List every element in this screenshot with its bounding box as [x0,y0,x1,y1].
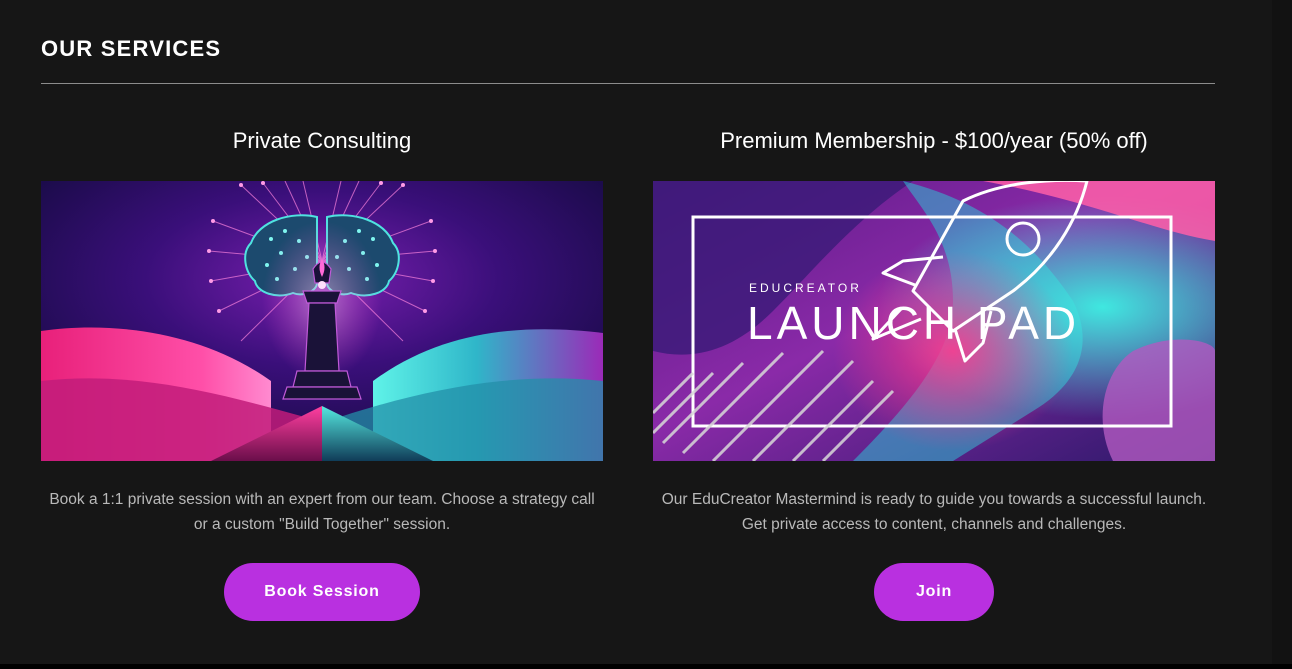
launch-pad-banner-image: EDUCREATOR LAUNCH PAD [653,181,1215,461]
service-title: Premium Membership - $100/year (50% off) [720,128,1148,153]
book-session-button[interactable]: Book Session [224,563,420,621]
page-right-edge [1272,0,1292,664]
section-divider [41,83,1215,84]
service-title: Private Consulting [232,128,412,153]
service-description: Our EduCreator Mastermind is ready to gu… [661,491,1207,533]
brain-chess-king-image [41,181,603,461]
bottom-edge [0,664,1292,669]
join-button[interactable]: Join [874,563,994,621]
service-card-private-consulting: Private Consulting Book a 1:1 private se… [41,100,603,621]
service-description: Book a 1:1 private session with an exper… [49,491,595,533]
services-page: OUR SERVICES Private Consulting Book a 1… [0,0,1292,669]
launch-pad-small-text: EDUCREATOR [749,281,862,295]
section-title: OUR SERVICES [41,36,222,61]
service-card-premium-membership: Premium Membership - $100/year (50% off) [653,100,1215,621]
launch-pad-large-text: LAUNCH PAD [747,297,1080,349]
